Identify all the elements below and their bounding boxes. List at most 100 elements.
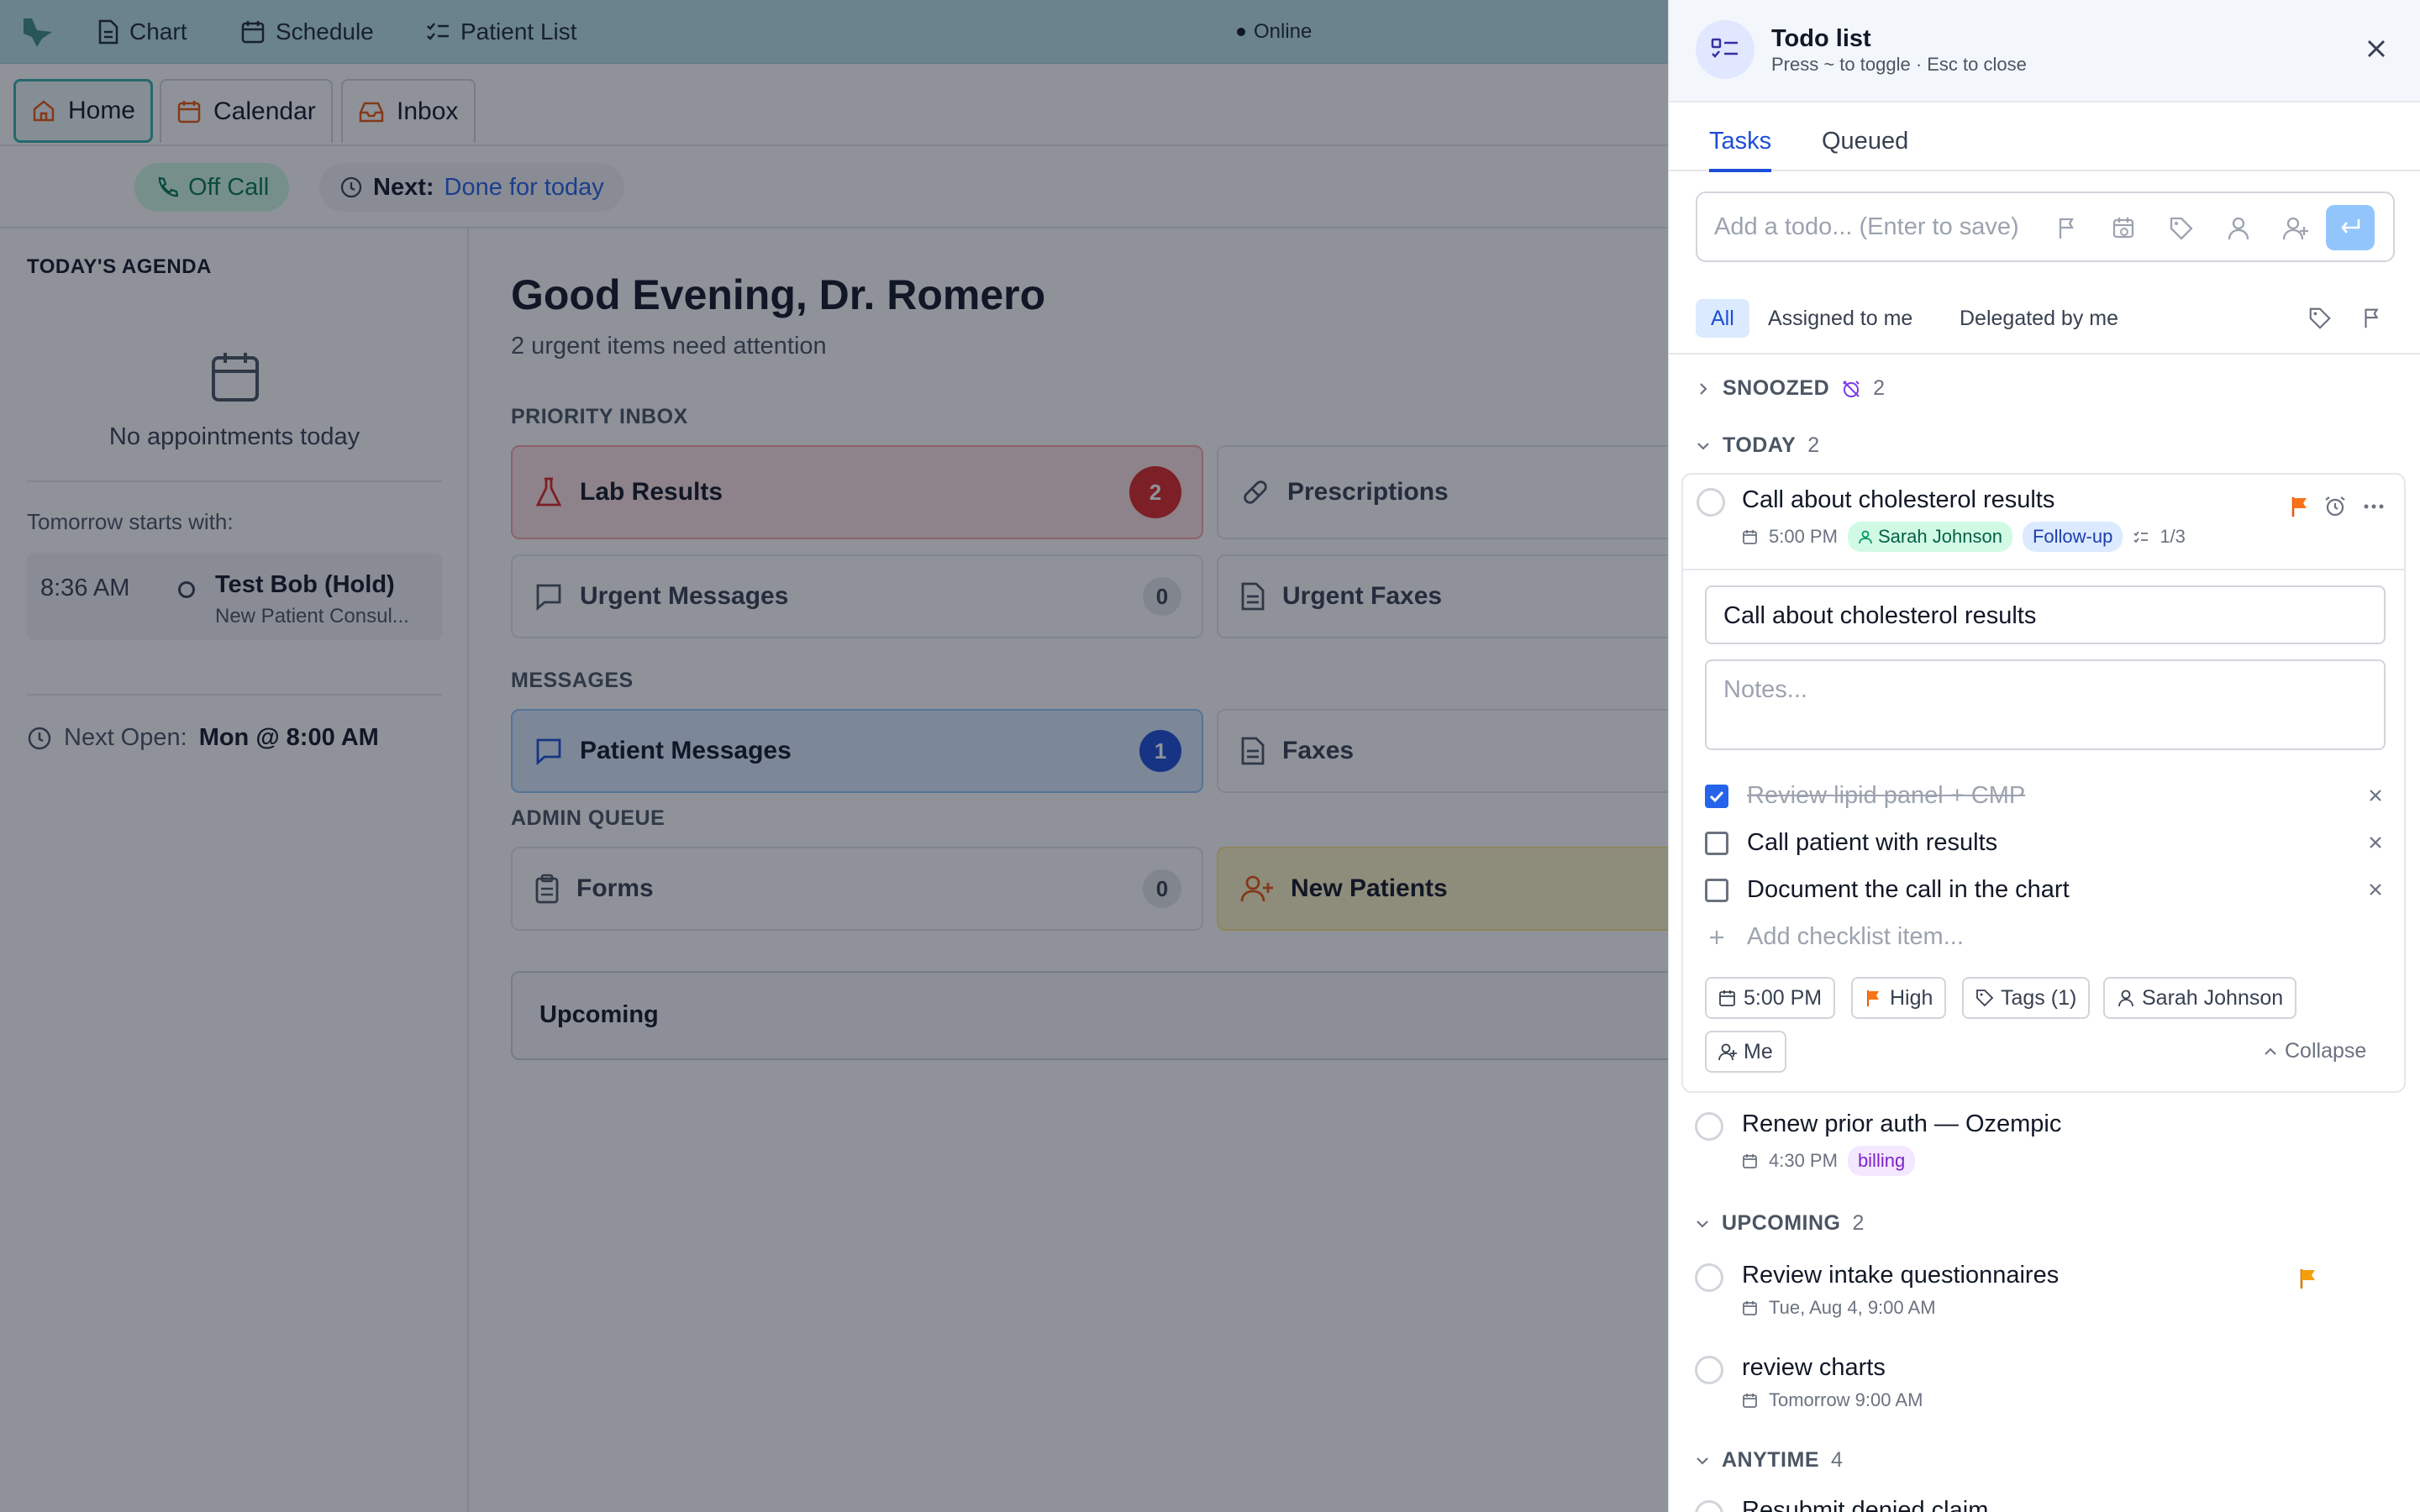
checklist-item-text: Review lipid panel + CMP bbox=[1747, 782, 2026, 809]
task-meta: Tue, Aug 4, 9:00 AM bbox=[1742, 1297, 1936, 1319]
task-title: Review intake questionnaires bbox=[1742, 1262, 2060, 1289]
assignee-badge[interactable]: Sarah Johnson bbox=[1847, 522, 2012, 552]
remove-icon[interactable] bbox=[2365, 879, 2386, 900]
tag-icon bbox=[1976, 990, 1994, 1007]
priority-chip[interactable]: High bbox=[1851, 977, 1947, 1019]
plus-icon bbox=[1710, 930, 1723, 944]
task-meta: 5:00 PM Sarah Johnson Follow-up 1/3 bbox=[1742, 522, 2186, 552]
task-time: Tomorrow 9:00 AM bbox=[1769, 1389, 1923, 1410]
add-checklist-item[interactable]: Add checklist item... bbox=[1705, 923, 2386, 951]
user-plus-icon[interactable] bbox=[2282, 215, 2309, 242]
flag-filter-icon[interactable] bbox=[2360, 306, 2385, 331]
calendar-clock-icon bbox=[1743, 1154, 1757, 1168]
checklist-progress: 1/3 bbox=[2160, 526, 2186, 547]
todo-panel-header: Todo list Press ~ to toggle · Esc to clo… bbox=[1669, 0, 2420, 102]
group-upcoming-count: 2 bbox=[1852, 1211, 1865, 1235]
collapse-button[interactable]: Collapse bbox=[2263, 1039, 2366, 1063]
task-time: Tue, Aug 4, 9:00 AM bbox=[1769, 1297, 1936, 1318]
task-item[interactable]: Review intake questionnaires Tue, Aug 4,… bbox=[1695, 1258, 2394, 1334]
tab-queued[interactable]: Queued bbox=[1822, 128, 1908, 155]
group-upcoming[interactable]: UPCOMING 2 bbox=[1695, 1211, 1865, 1236]
group-anytime-label: ANYTIME bbox=[1722, 1448, 1819, 1472]
notes-field[interactable]: Notes... bbox=[1705, 659, 2386, 750]
more-icon[interactable] bbox=[2362, 495, 2386, 518]
due-time-chip[interactable]: 5:00 PM bbox=[1705, 977, 1836, 1019]
checkbox[interactable] bbox=[1705, 878, 1728, 902]
divider bbox=[1683, 569, 2404, 570]
task-item[interactable]: Renew prior auth — Ozempic 4:30 PM billi… bbox=[1695, 1107, 2394, 1183]
delegate-label: Me bbox=[1744, 1039, 1773, 1063]
complete-task-radio[interactable] bbox=[1695, 1500, 1723, 1512]
close-icon[interactable] bbox=[2363, 35, 2390, 62]
group-today-label: TODAY bbox=[1723, 433, 1797, 457]
group-upcoming-label: UPCOMING bbox=[1722, 1211, 1841, 1235]
user-icon bbox=[1859, 530, 1872, 544]
chevron-down-icon bbox=[1697, 1457, 1708, 1465]
task-title: Resubmit denied claim bbox=[1742, 1497, 1989, 1512]
task-title-field[interactable]: Call about cholesterol results bbox=[1705, 585, 2386, 644]
complete-task-radio[interactable] bbox=[1697, 488, 1725, 517]
chevron-right-icon bbox=[1700, 382, 1707, 395]
checklist-item[interactable]: Call patient with results bbox=[1705, 829, 2386, 857]
flag-icon[interactable] bbox=[2296, 1267, 2320, 1290]
user-icon bbox=[2118, 990, 2133, 1007]
submit-todo-button[interactable] bbox=[2326, 205, 2375, 250]
enter-icon bbox=[2341, 219, 2360, 234]
task-time: 5:00 PM bbox=[1769, 526, 1838, 547]
flag-icon[interactable] bbox=[2054, 215, 2081, 242]
todo-filters: All Assigned to me Delegated by me bbox=[1669, 282, 2420, 354]
complete-task-radio[interactable] bbox=[1695, 1263, 1723, 1292]
group-anytime-count: 4 bbox=[1831, 1448, 1844, 1472]
checkbox-checked[interactable] bbox=[1705, 784, 1728, 808]
complete-task-radio[interactable] bbox=[1695, 1112, 1723, 1141]
filter-all[interactable]: All bbox=[1696, 299, 1749, 338]
group-snoozed-label: SNOOZED bbox=[1723, 376, 1830, 400]
tags-label: Tags (1) bbox=[2001, 985, 2077, 1010]
user-plus-icon bbox=[1718, 1043, 1737, 1061]
alarm-off-icon bbox=[1843, 380, 1860, 397]
tag-filter-icon[interactable] bbox=[2307, 306, 2333, 331]
calendar-clock-icon bbox=[1743, 1301, 1757, 1315]
task-item[interactable]: Resubmit denied claim bbox=[1695, 1492, 2394, 1512]
tag-icon[interactable] bbox=[2168, 215, 2195, 242]
group-anytime[interactable]: ANYTIME 4 bbox=[1695, 1448, 1843, 1473]
tag-badge[interactable]: Follow-up bbox=[2022, 522, 2123, 552]
task-title: Call about cholesterol results bbox=[1742, 486, 2055, 513]
assignee-chip[interactable]: Sarah Johnson bbox=[2103, 977, 2297, 1019]
filter-delegated-by-me[interactable]: Delegated by me bbox=[1944, 299, 2133, 338]
assignee-chip-label: Sarah Johnson bbox=[2142, 985, 2284, 1010]
tab-tasks[interactable]: Tasks bbox=[1709, 128, 1772, 172]
alarm-icon[interactable] bbox=[2323, 495, 2347, 518]
chevron-down-icon bbox=[1697, 1220, 1708, 1228]
task-item[interactable]: review charts Tomorrow 9:00 AM bbox=[1695, 1351, 2394, 1426]
expanded-task-card: Call about cholesterol results 5:00 PM S… bbox=[1681, 473, 2406, 1093]
modal-backdrop[interactable] bbox=[0, 0, 1668, 1512]
calendar-clock-icon[interactable] bbox=[2111, 215, 2138, 242]
user-icon[interactable] bbox=[2225, 215, 2252, 242]
task-meta: 4:30 PM billing bbox=[1742, 1146, 1916, 1176]
checklist-item-text: Document the call in the chart bbox=[1747, 876, 2070, 903]
due-time-label: 5:00 PM bbox=[1744, 985, 1823, 1010]
checklist-item[interactable]: Document the call in the chart bbox=[1705, 876, 2386, 904]
remove-icon[interactable] bbox=[2365, 832, 2386, 853]
task-title: review charts bbox=[1742, 1354, 1886, 1381]
group-snoozed[interactable]: SNOOZED 2 bbox=[1696, 376, 1886, 401]
remove-icon[interactable] bbox=[2365, 785, 2386, 806]
add-todo-input[interactable]: Add a todo... (Enter to save) bbox=[1696, 192, 2395, 262]
flag-icon[interactable] bbox=[2288, 495, 2312, 518]
task-title: Renew prior auth — Ozempic bbox=[1742, 1110, 2062, 1137]
assignee-name: Sarah Johnson bbox=[1877, 526, 2002, 547]
tags-chip[interactable]: Tags (1) bbox=[1962, 977, 2091, 1019]
todo-list-icon bbox=[1696, 20, 1754, 79]
tag-badge[interactable]: billing bbox=[1847, 1146, 1916, 1176]
group-today[interactable]: TODAY 2 bbox=[1696, 433, 1820, 458]
checkbox[interactable] bbox=[1705, 831, 1728, 855]
complete-task-radio[interactable] bbox=[1695, 1356, 1723, 1384]
filter-assigned-to-me[interactable]: Assigned to me bbox=[1753, 299, 1928, 338]
calendar-clock-icon bbox=[1719, 990, 1735, 1006]
checklist-item[interactable]: Review lipid panel + CMP bbox=[1705, 782, 2386, 810]
flag-icon bbox=[1867, 990, 1879, 1006]
todo-panel-title: Todo list bbox=[1771, 25, 1871, 52]
delegate-chip[interactable]: Me bbox=[1705, 1031, 1786, 1073]
calendar-clock-icon bbox=[1743, 1394, 1757, 1408]
